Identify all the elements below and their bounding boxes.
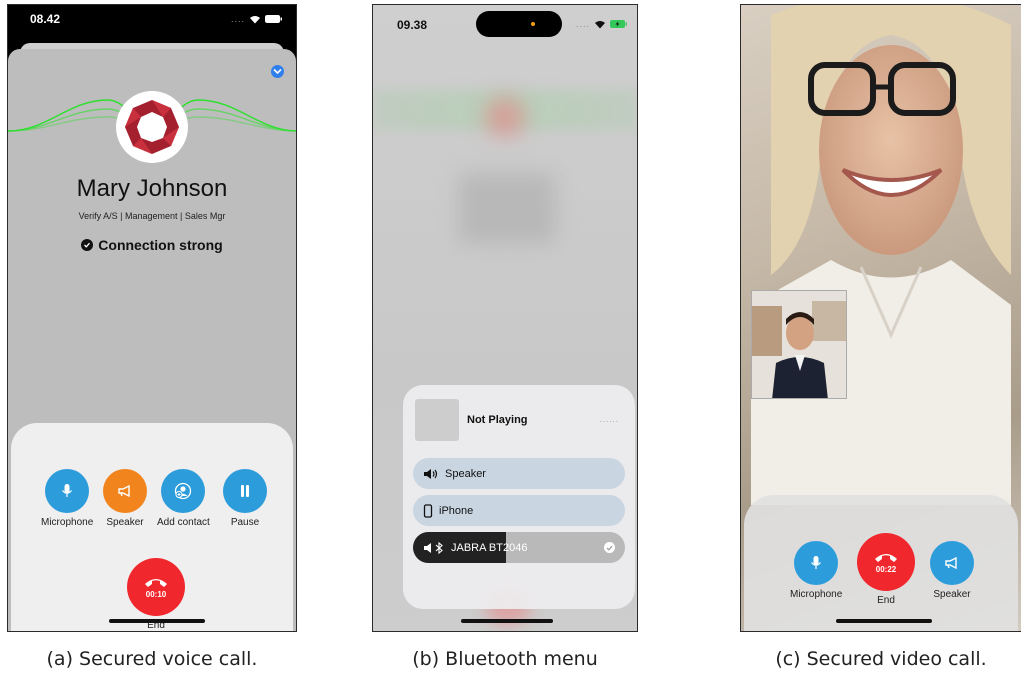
home-indicator[interactable]: [836, 619, 932, 623]
bluetooth-icon: [424, 541, 443, 554]
self-video-preview[interactable]: [751, 290, 847, 399]
route-speaker[interactable]: Speaker: [413, 458, 625, 489]
add-contact-icon: [161, 469, 206, 513]
pause-label: Pause: [230, 517, 260, 528]
status-icons: ....: [576, 19, 627, 29]
company-logo: [116, 91, 188, 163]
dynamic-island: [476, 11, 562, 37]
pause-button[interactable]: Pause: [223, 469, 267, 528]
speaker-button[interactable]: Speaker: [103, 469, 147, 528]
audio-output-menu: Not Playing ...... Speaker iPhone JABRA …: [403, 385, 635, 609]
microphone-label: Microphone: [41, 517, 94, 528]
wifi-icon: [250, 15, 260, 23]
signal-icon: ....: [575, 19, 590, 29]
speaker-label: Speaker: [933, 589, 971, 600]
speaker-label: Speaker: [106, 517, 144, 528]
now-playing-label: Not Playing: [467, 414, 528, 426]
caption-b: (b) Bluetooth menu: [412, 648, 598, 670]
connection-status: Connection strong: [8, 237, 296, 253]
battery-charging-icon: [610, 20, 627, 28]
wifi-icon: [595, 20, 605, 28]
connection-status-label: Connection strong: [98, 237, 223, 253]
status-time: 09.38: [397, 18, 428, 32]
add-contact-label: Add contact: [157, 517, 210, 528]
video-call-controls: Microphone 00:22 End Speaker: [744, 495, 1018, 631]
home-indicator[interactable]: [461, 619, 553, 623]
route-label: Speaker: [445, 467, 486, 480]
megaphone-icon: [930, 541, 974, 585]
more-icon[interactable]: ......: [600, 415, 619, 424]
microphone-button[interactable]: Microphone: [790, 541, 842, 600]
video-call-screen: Microphone 00:22 End Speaker: [740, 4, 1021, 632]
microphone-icon: [45, 469, 90, 513]
route-iphone[interactable]: iPhone: [413, 495, 625, 526]
phone-hangup-icon: [145, 578, 167, 587]
signal-icon: ....: [230, 14, 245, 24]
contact-name: Mary Johnson: [76, 175, 228, 202]
microphone-icon: [794, 541, 839, 585]
route-label: iPhone: [439, 504, 474, 517]
speaker-icon: [424, 468, 438, 479]
blurred-background: [459, 173, 555, 243]
remote-video-feed: [751, 5, 1011, 505]
status-time: 08.42: [30, 12, 61, 26]
chevron-down-icon[interactable]: [271, 65, 284, 78]
pause-icon: [223, 469, 267, 513]
speaker-button[interactable]: Speaker: [930, 541, 974, 600]
battery-icon: [265, 15, 282, 23]
end-call-button[interactable]: 00:22 End: [856, 533, 916, 606]
caption-a: (a) Secured voice call.: [46, 648, 258, 670]
status-icons: ....: [231, 14, 282, 24]
contact-subtitle: Verify A/S | Management | Sales Mgr: [78, 211, 226, 221]
iphone-icon: [423, 503, 433, 518]
end-label: End: [877, 595, 895, 606]
album-art: [415, 399, 459, 441]
bluetooth-menu-screen: 09.38 .... Not Playing ...... Speaker iP…: [372, 4, 638, 632]
call-controls: Microphone Speaker Add contact Pause 00:…: [11, 423, 293, 631]
route-jabra[interactable]: JABRA BT2046: [413, 532, 625, 563]
end-button: 00:22: [857, 533, 915, 591]
add-contact-button[interactable]: Add contact: [157, 469, 210, 528]
route-label: JABRA BT2046: [451, 541, 528, 554]
end-button: 00:10: [127, 558, 185, 616]
caption-c: (c) Secured video call.: [775, 648, 987, 670]
microphone-label: Microphone: [790, 589, 843, 600]
check-circle-icon: [81, 239, 94, 251]
call-timer: 00:10: [145, 589, 167, 599]
microphone-button[interactable]: Microphone: [41, 469, 93, 528]
phone-hangup-icon: [875, 553, 897, 562]
megaphone-icon: [103, 469, 147, 513]
call-timer: 00:22: [875, 564, 897, 574]
checkmark-icon: [604, 542, 615, 553]
home-indicator[interactable]: [109, 619, 205, 623]
blurred-background: [485, 97, 525, 137]
voice-call-screen: 08.42 .... Mary Johnson Verify A/S | Man…: [7, 4, 297, 632]
